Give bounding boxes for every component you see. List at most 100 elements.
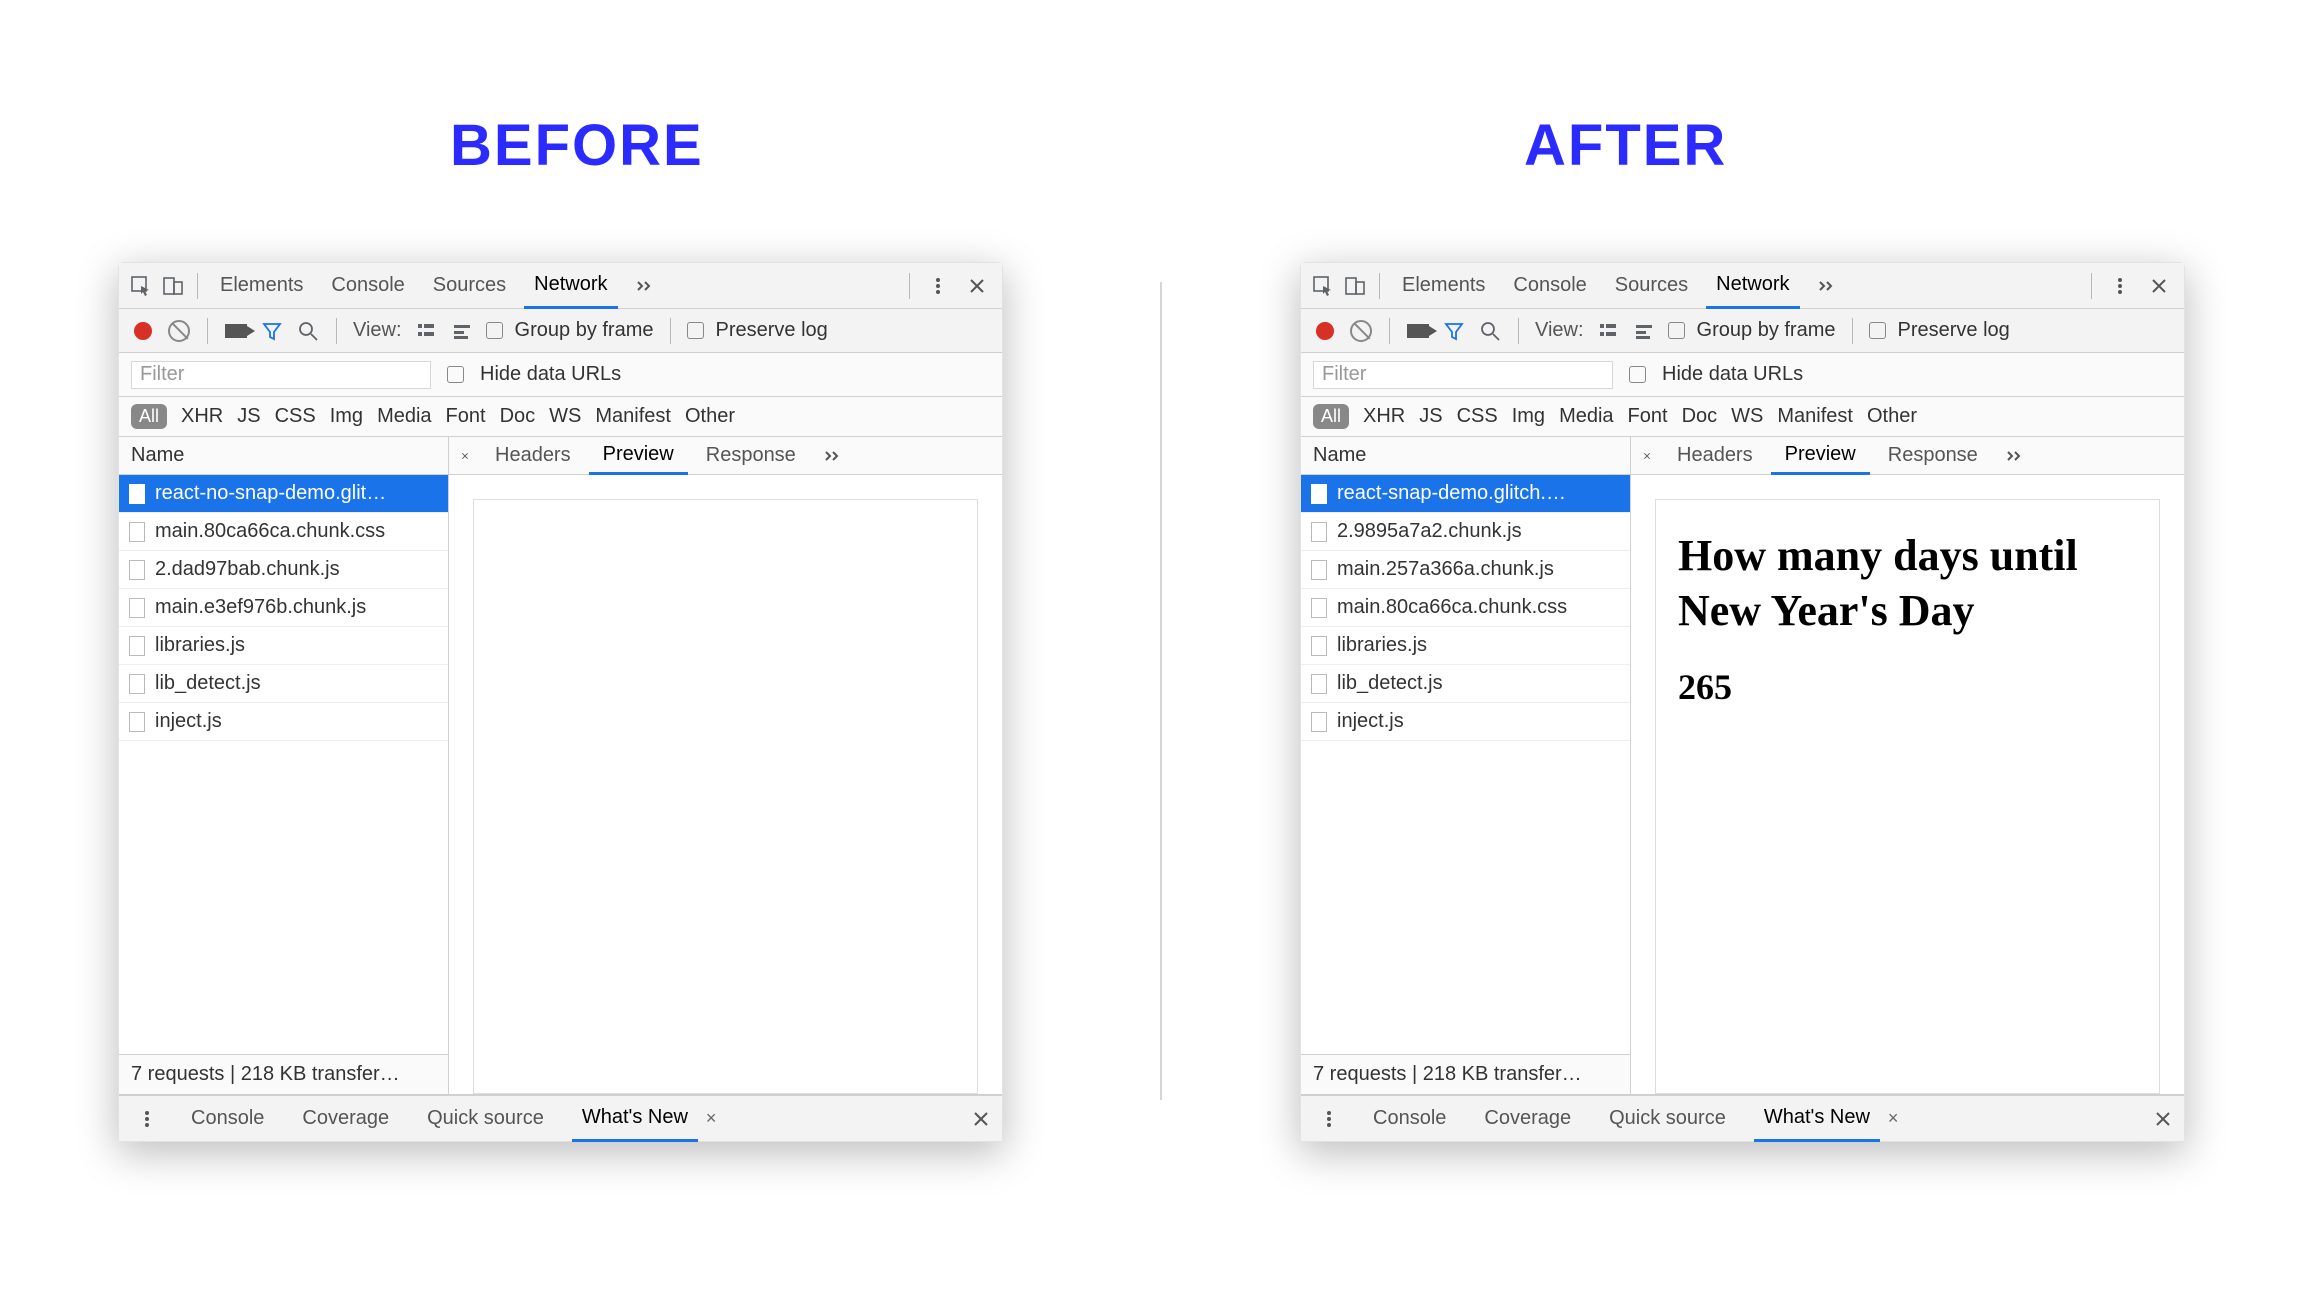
detail-tab-headers[interactable]: Headers xyxy=(1663,437,1767,475)
clear-button[interactable] xyxy=(167,319,191,343)
drawer-tab-quick-source[interactable]: Quick source xyxy=(1599,1096,1736,1142)
device-toggle-icon[interactable] xyxy=(161,274,185,298)
more-detail-tabs-icon[interactable] xyxy=(814,446,850,466)
more-tabs-icon[interactable] xyxy=(626,276,662,296)
type-filter-ws[interactable]: WS xyxy=(549,405,581,428)
type-filter-js[interactable]: JS xyxy=(237,405,260,428)
drawer-tab-what-s-new[interactable]: What's New xyxy=(572,1096,698,1142)
search-icon[interactable] xyxy=(296,319,320,343)
request-row[interactable]: main.257a366a.chunk.js xyxy=(1301,551,1630,589)
request-row[interactable]: inject.js xyxy=(119,703,448,741)
filter-input[interactable]: Filter xyxy=(131,361,431,389)
type-filter-font[interactable]: Font xyxy=(446,405,486,428)
request-row[interactable]: lib_detect.js xyxy=(1301,665,1630,703)
name-column-header[interactable]: Name xyxy=(1301,437,1630,475)
close-drawer-tab-icon[interactable]: × xyxy=(1888,1108,1899,1129)
devtools-tab-network[interactable]: Network xyxy=(524,263,617,309)
preserve-log-checkbox[interactable] xyxy=(687,322,704,339)
detail-tab-preview[interactable]: Preview xyxy=(1771,437,1870,475)
hide-data-urls-checkbox[interactable] xyxy=(447,366,464,383)
request-row[interactable]: lib_detect.js xyxy=(119,665,448,703)
filter-toggle-icon[interactable] xyxy=(1442,319,1466,343)
drawer-tab-coverage[interactable]: Coverage xyxy=(292,1096,399,1142)
request-row[interactable]: main.e3ef976b.chunk.js xyxy=(119,589,448,627)
large-rows-icon[interactable] xyxy=(414,319,438,343)
type-filter-img[interactable]: Img xyxy=(330,405,363,428)
request-row[interactable]: react-no-snap-demo.glit… xyxy=(119,475,448,513)
type-filter-media[interactable]: Media xyxy=(1559,405,1613,428)
request-row[interactable]: inject.js xyxy=(1301,703,1630,741)
devtools-tab-elements[interactable]: Elements xyxy=(210,263,313,309)
type-filter-manifest[interactable]: Manifest xyxy=(1777,405,1853,428)
name-column-header[interactable]: Name xyxy=(119,437,448,475)
close-devtools-icon[interactable] xyxy=(962,277,992,295)
inspect-icon[interactable] xyxy=(129,274,153,298)
drawer-menu-icon[interactable] xyxy=(131,1109,163,1129)
request-row[interactable]: libraries.js xyxy=(119,627,448,665)
close-details-icon[interactable] xyxy=(453,444,477,468)
device-toggle-icon[interactable] xyxy=(1343,274,1367,298)
record-button[interactable] xyxy=(131,319,155,343)
settings-menu-icon[interactable] xyxy=(2104,276,2136,296)
filter-input[interactable]: Filter xyxy=(1313,361,1613,389)
type-filter-xhr[interactable]: XHR xyxy=(1363,405,1405,428)
group-by-frame-checkbox[interactable] xyxy=(486,322,503,339)
screenshot-icon[interactable] xyxy=(1406,319,1430,343)
drawer-tab-console[interactable]: Console xyxy=(1363,1096,1456,1142)
type-filter-js[interactable]: JS xyxy=(1419,405,1442,428)
type-filter-manifest[interactable]: Manifest xyxy=(595,405,671,428)
drawer-tab-what-s-new[interactable]: What's New xyxy=(1754,1096,1880,1142)
group-by-frame-checkbox[interactable] xyxy=(1668,322,1685,339)
search-icon[interactable] xyxy=(1478,319,1502,343)
close-drawer-tab-icon[interactable]: × xyxy=(706,1108,717,1129)
detail-tab-response[interactable]: Response xyxy=(692,437,810,475)
close-drawer-icon[interactable] xyxy=(972,1110,990,1128)
close-details-icon[interactable] xyxy=(1635,444,1659,468)
drawer-menu-icon[interactable] xyxy=(1313,1109,1345,1129)
type-filter-all[interactable]: All xyxy=(1313,404,1349,429)
drawer-tab-quick-source[interactable]: Quick source xyxy=(417,1096,554,1142)
devtools-tab-network[interactable]: Network xyxy=(1706,263,1799,309)
drawer-tab-console[interactable]: Console xyxy=(181,1096,274,1142)
record-button[interactable] xyxy=(1313,319,1337,343)
clear-button[interactable] xyxy=(1349,319,1373,343)
type-filter-all[interactable]: All xyxy=(131,404,167,429)
request-row[interactable]: libraries.js xyxy=(1301,627,1630,665)
request-row[interactable]: 2.9895a7a2.chunk.js xyxy=(1301,513,1630,551)
type-filter-css[interactable]: CSS xyxy=(1457,405,1498,428)
filter-toggle-icon[interactable] xyxy=(260,319,284,343)
close-drawer-icon[interactable] xyxy=(2154,1110,2172,1128)
devtools-tab-elements[interactable]: Elements xyxy=(1392,263,1495,309)
request-row[interactable]: main.80ca66ca.chunk.css xyxy=(119,513,448,551)
type-filter-doc[interactable]: Doc xyxy=(500,405,536,428)
type-filter-css[interactable]: CSS xyxy=(275,405,316,428)
close-devtools-icon[interactable] xyxy=(2144,277,2174,295)
type-filter-font[interactable]: Font xyxy=(1628,405,1668,428)
large-rows-icon[interactable] xyxy=(1596,319,1620,343)
detail-tab-response[interactable]: Response xyxy=(1874,437,1992,475)
small-rows-icon[interactable] xyxy=(450,319,474,343)
screenshot-icon[interactable] xyxy=(224,319,248,343)
type-filter-ws[interactable]: WS xyxy=(1731,405,1763,428)
type-filter-xhr[interactable]: XHR xyxy=(181,405,223,428)
request-row[interactable]: main.80ca66ca.chunk.css xyxy=(1301,589,1630,627)
type-filter-doc[interactable]: Doc xyxy=(1682,405,1718,428)
request-row[interactable]: 2.dad97bab.chunk.js xyxy=(119,551,448,589)
drawer-tab-coverage[interactable]: Coverage xyxy=(1474,1096,1581,1142)
detail-tab-headers[interactable]: Headers xyxy=(481,437,585,475)
small-rows-icon[interactable] xyxy=(1632,319,1656,343)
preserve-log-checkbox[interactable] xyxy=(1869,322,1886,339)
type-filter-media[interactable]: Media xyxy=(377,405,431,428)
devtools-tab-sources[interactable]: Sources xyxy=(423,263,516,309)
devtools-tab-console[interactable]: Console xyxy=(1503,263,1596,309)
devtools-tab-sources[interactable]: Sources xyxy=(1605,263,1698,309)
type-filter-other[interactable]: Other xyxy=(685,405,735,428)
detail-tab-preview[interactable]: Preview xyxy=(589,437,688,475)
hide-data-urls-checkbox[interactable] xyxy=(1629,366,1646,383)
settings-menu-icon[interactable] xyxy=(922,276,954,296)
devtools-tab-console[interactable]: Console xyxy=(321,263,414,309)
type-filter-img[interactable]: Img xyxy=(1512,405,1545,428)
request-row[interactable]: react-snap-demo.glitch.… xyxy=(1301,475,1630,513)
type-filter-other[interactable]: Other xyxy=(1867,405,1917,428)
more-detail-tabs-icon[interactable] xyxy=(1996,446,2032,466)
